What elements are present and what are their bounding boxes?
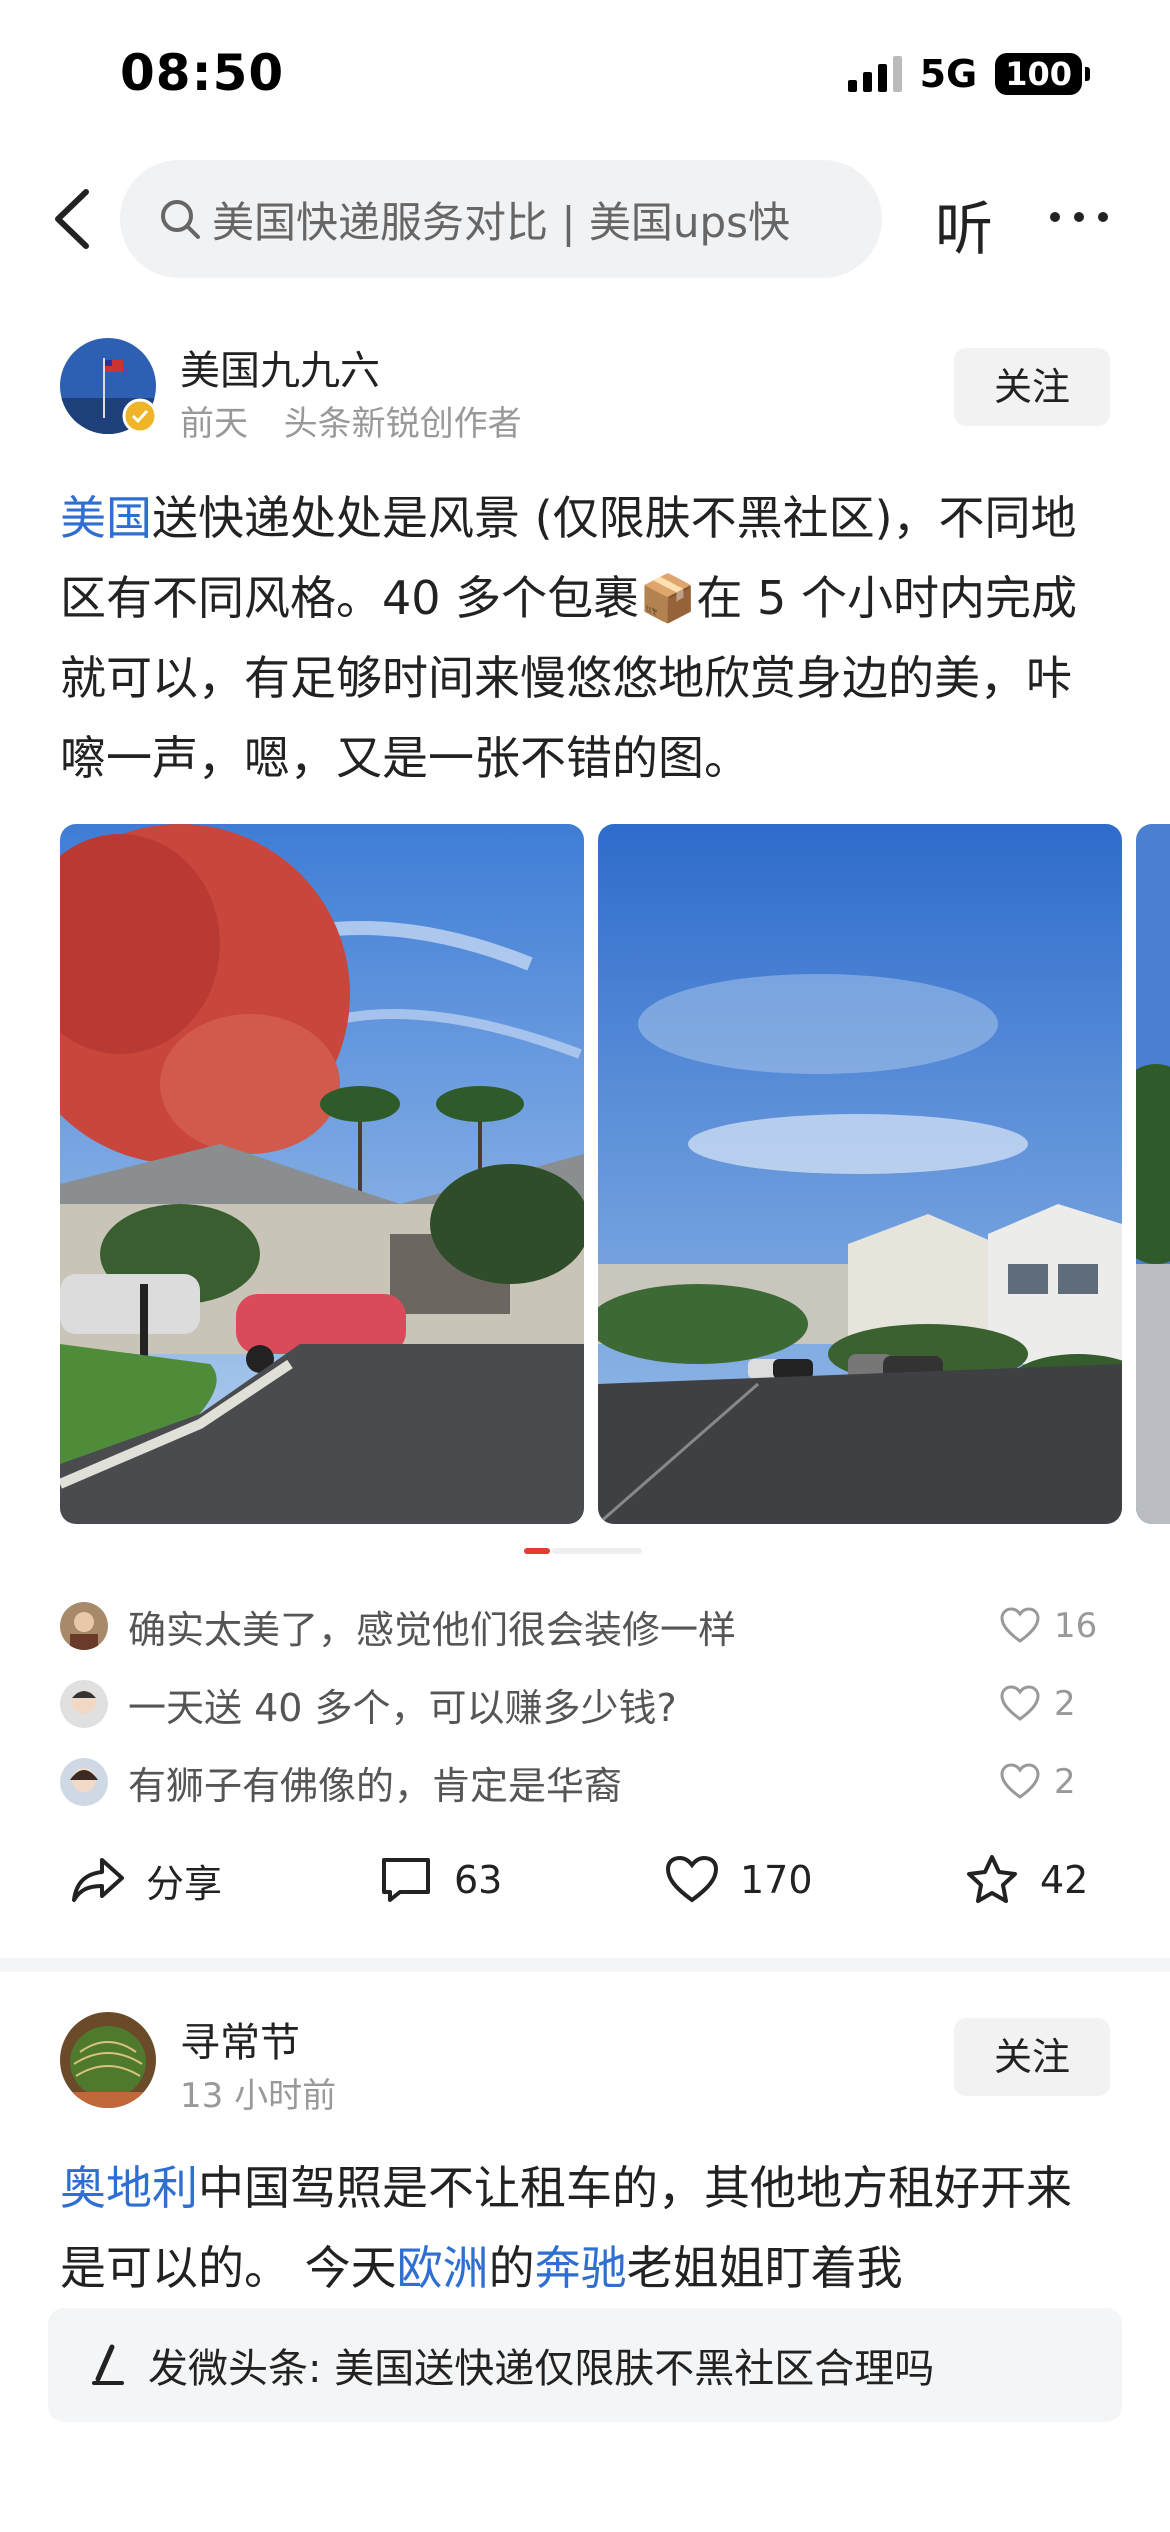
network-label: 5G xyxy=(919,52,978,96)
search-input[interactable]: 美国快递服务对比 | 美国ups快 xyxy=(120,160,882,278)
signal-icon xyxy=(847,56,902,92)
like-count: 170 xyxy=(740,1858,813,1902)
comment-item[interactable]: 有狮子有佛像的，肯定是华裔 2 xyxy=(60,1752,1110,1812)
comment-text: 有狮子有佛像的，肯定是华裔 xyxy=(128,1763,623,1808)
search-icon xyxy=(161,200,200,239)
photo-partial[interactable] xyxy=(1136,824,1170,1524)
post-action-bar: 分享 63 170 42 xyxy=(0,1840,1170,1920)
author-name[interactable]: 美国九九六 xyxy=(180,338,380,396)
post-body: 送快递处处是风景 (仅限肤不黑社区)，不同地区有不同风格。40 多个包裹📦在 5… xyxy=(60,491,1077,785)
commenter-avatar xyxy=(60,1758,108,1806)
favorite-button[interactable]: 42 xyxy=(964,1840,1088,1920)
like-button[interactable]: 170 xyxy=(664,1840,813,1920)
heart-icon xyxy=(1000,1685,1040,1721)
heart-icon xyxy=(1000,1607,1040,1643)
comment-text: 一天送 40 多个，可以赚多少钱? xyxy=(128,1685,677,1730)
comment-text: 确实太美了，感觉他们很会装修一样 xyxy=(128,1607,737,1652)
topic-link[interactable]: 奥地利 xyxy=(60,2161,198,2215)
photo-street-houses[interactable] xyxy=(598,824,1122,1524)
commenter-avatar xyxy=(60,1680,108,1728)
compose-post-bar[interactable]: 发微头条: 美国送快递仅限肤不黑社区合理吗 xyxy=(48,2308,1122,2422)
post-text[interactable]: 奥地利中国驾照是不让租车的，其他地方租好开来是可以的。 今天欧洲的奔驰老姐姐盯着… xyxy=(60,2148,1116,2308)
author-meta: 前天 头条新锐创作者 xyxy=(180,396,522,445)
status-time: 08:50 xyxy=(120,44,285,102)
share-button[interactable]: 分享 xyxy=(70,1840,222,1920)
pen-icon xyxy=(92,2344,124,2385)
compose-prompt: 发微头条: 美国送快递仅限肤不黑社区合理吗 xyxy=(148,2346,935,2392)
post-body: 老姐姐盯着我 xyxy=(626,2241,903,2295)
comment-like-count: 2 xyxy=(1054,1684,1076,1724)
status-indicators: 5G 100 xyxy=(847,52,1090,96)
comment-icon xyxy=(382,1858,430,1902)
post-time: 13 小时前 xyxy=(180,2076,337,2116)
topic-link[interactable]: 欧洲 xyxy=(397,2241,489,2295)
heart-icon xyxy=(1000,1763,1040,1799)
comment-like-count: 16 xyxy=(1054,1606,1098,1646)
more-options-icon[interactable] xyxy=(1050,212,1108,222)
share-icon xyxy=(72,1858,124,1902)
author-avatar[interactable] xyxy=(60,2012,156,2108)
image-carousel[interactable] xyxy=(60,824,1170,1524)
comment-count: 63 xyxy=(454,1858,503,1902)
star-icon xyxy=(967,1855,1017,1903)
feed-divider xyxy=(0,1958,1170,1972)
favorite-count: 42 xyxy=(1040,1858,1089,1902)
heart-icon xyxy=(665,1855,719,1903)
status-bar: 08:50 5G 100 xyxy=(0,0,1170,150)
follow-button[interactable]: 关注 xyxy=(954,2018,1110,2096)
carousel-indicator xyxy=(524,1548,642,1554)
comment-like[interactable]: 16 xyxy=(1000,1606,1110,1646)
topic-link[interactable]: 奔驰 xyxy=(535,2241,627,2295)
listen-button[interactable]: 听 xyxy=(935,182,993,266)
photo-street-red-tree[interactable] xyxy=(60,824,584,1524)
battery-icon: 100 xyxy=(995,53,1090,95)
comment-item[interactable]: 一天送 40 多个，可以赚多少钱? 2 xyxy=(60,1674,1110,1734)
search-query: 美国快递服务对比 | 美国ups快 xyxy=(212,197,791,247)
comment-button[interactable]: 63 xyxy=(378,1840,502,1920)
author-name[interactable]: 寻常节 xyxy=(180,2010,300,2068)
share-label: 分享 xyxy=(146,1861,223,1906)
search-header: 美国快递服务对比 | 美国ups快 听 xyxy=(0,160,1170,280)
creator-badge-icon xyxy=(122,398,158,434)
creator-badge-label: 头条新锐创作者 xyxy=(283,404,522,444)
commenter-avatar xyxy=(60,1602,108,1650)
comment-like[interactable]: 2 xyxy=(1000,1684,1110,1724)
topic-link[interactable]: 美国 xyxy=(60,491,152,545)
post-time: 前天 xyxy=(180,404,248,444)
battery-level: 100 xyxy=(995,53,1082,95)
comment-like[interactable]: 2 xyxy=(1000,1762,1110,1802)
back-arrow-icon[interactable] xyxy=(48,184,98,254)
post-text[interactable]: 美国送快递处处是风景 (仅限肤不黑社区)，不同地区有不同风格。40 多个包裹📦在… xyxy=(60,478,1116,798)
comment-item[interactable]: 确实太美了，感觉他们很会装修一样 16 xyxy=(60,1596,1110,1656)
post-body: 的 xyxy=(488,2241,535,2295)
follow-button[interactable]: 关注 xyxy=(954,348,1110,426)
comment-like-count: 2 xyxy=(1054,1762,1076,1802)
